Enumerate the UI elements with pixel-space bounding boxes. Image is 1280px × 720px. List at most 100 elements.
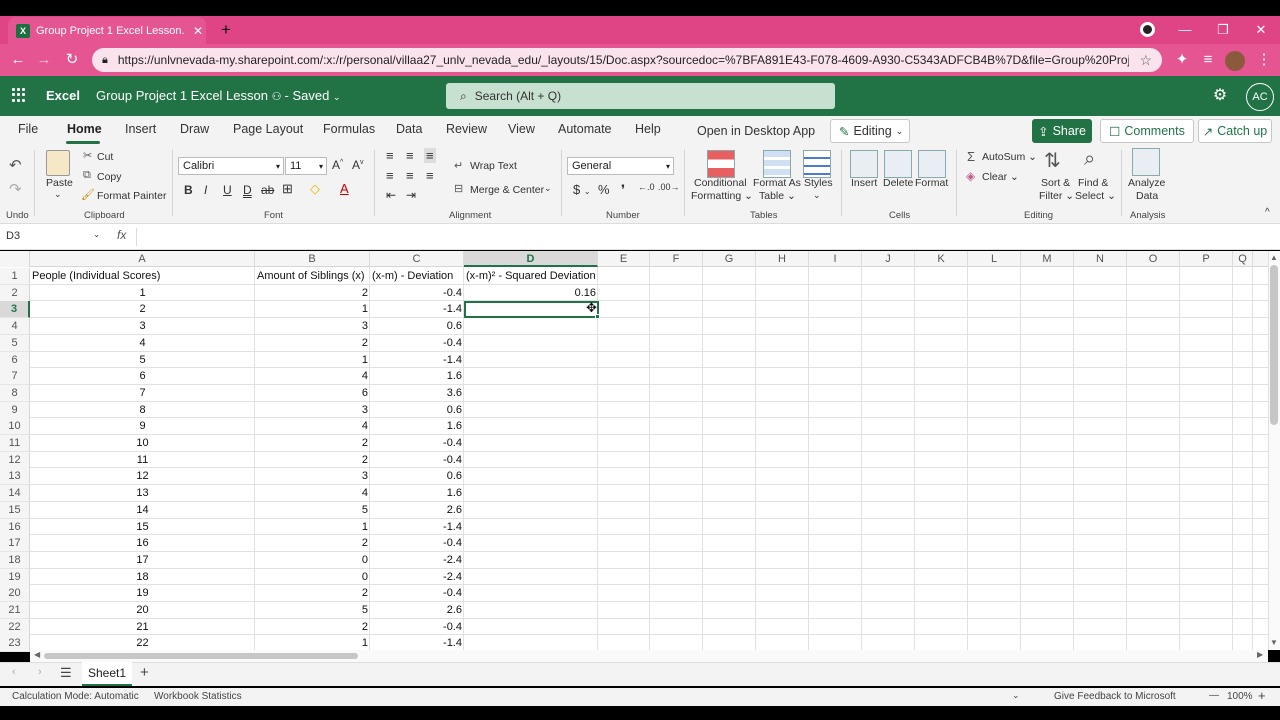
currency-icon[interactable]: $ ⌄ (573, 182, 591, 197)
table-cell[interactable]: 8 (30, 402, 255, 419)
table-cell[interactable]: 5 (30, 352, 255, 369)
row-header[interactable]: 21 (0, 602, 30, 619)
column-header-p[interactable]: P (1180, 251, 1233, 267)
conditional-formatting-button-line2[interactable]: Formatting ⌄ (691, 190, 753, 202)
column-header-h[interactable]: H (756, 251, 809, 267)
table-cell[interactable] (464, 585, 598, 602)
header-cell[interactable]: (x-m)² - Squared Deviation (464, 268, 598, 285)
row-header[interactable]: 6 (0, 351, 30, 369)
table-cell[interactable]: 2.6 (370, 502, 464, 519)
table-cell[interactable] (464, 452, 598, 469)
prev-sheet-icon[interactable]: ‹ (12, 666, 16, 678)
catch-up-button[interactable]: ↗ Catch up (1198, 119, 1272, 143)
row-header[interactable]: 11 (0, 435, 30, 452)
table-cell[interactable]: 4 (30, 335, 255, 352)
table-cell[interactable]: 2 (255, 435, 370, 452)
table-cell[interactable]: -0.4 (370, 285, 464, 302)
table-cell[interactable]: 14 (30, 502, 255, 519)
row-header[interactable]: 18 (0, 551, 30, 569)
table-cell[interactable]: 0.6 (370, 402, 464, 419)
all-sheets-icon[interactable]: ☰ (60, 665, 72, 681)
table-cell[interactable]: 6 (30, 368, 255, 385)
tab-data[interactable]: Data (396, 122, 422, 136)
zoom-in-button[interactable]: + (1258, 688, 1266, 703)
table-cell[interactable]: 0 (255, 569, 370, 586)
find-select-button[interactable]: Find & (1078, 177, 1108, 189)
column-header-j[interactable]: J (862, 251, 915, 267)
share-button[interactable]: ⇪ Share (1032, 119, 1092, 143)
settings-gear-icon[interactable]: ⚙ (1210, 86, 1230, 106)
tab-file[interactable]: File (18, 122, 38, 136)
close-tab-icon[interactable]: ✕ (190, 24, 206, 38)
scroll-up-icon[interactable]: ▲ (1270, 253, 1278, 262)
bookmark-star-icon[interactable]: ☆ (1139, 52, 1162, 69)
table-cell[interactable]: 10 (30, 435, 255, 452)
format-cells-icon[interactable] (918, 150, 946, 178)
column-header-b[interactable]: B (255, 251, 370, 267)
table-cell[interactable]: 3 (255, 402, 370, 419)
table-cell[interactable]: 19 (30, 585, 255, 602)
comma-style-icon[interactable]: ❜ (621, 182, 625, 198)
cell-styles-icon[interactable] (803, 150, 831, 178)
tab-formulas[interactable]: Formulas (323, 122, 375, 136)
table-cell[interactable]: -0.4 (370, 335, 464, 352)
find-magnifier-icon[interactable]: ⌕ (1084, 148, 1095, 171)
row-header[interactable]: 15 (0, 501, 30, 519)
table-cell[interactable]: 5 (255, 502, 370, 519)
font-name-select[interactable]: Calibri ▾ (178, 157, 284, 175)
function-icon[interactable]: fx (117, 228, 126, 242)
align-middle-icon[interactable]: ≡ (406, 148, 414, 163)
tab-draw[interactable]: Draw (180, 122, 209, 136)
row-header[interactable]: 9 (0, 401, 30, 419)
copy-button[interactable]: Copy (97, 171, 122, 183)
tab-view[interactable]: View (508, 122, 535, 136)
row-header[interactable]: 12 (0, 451, 30, 469)
column-header-g[interactable]: G (703, 251, 756, 267)
row-header[interactable]: 20 (0, 585, 30, 603)
chevron-down-icon[interactable]: ⌄ (813, 190, 821, 201)
align-right-icon[interactable]: ≡ (426, 168, 434, 183)
row-header[interactable]: 16 (0, 518, 30, 536)
column-header-o[interactable]: O (1127, 251, 1180, 267)
zoom-level[interactable]: 100% (1227, 691, 1253, 702)
chevron-down-icon[interactable]: ⌄ (544, 183, 552, 194)
sort-filter-button[interactable]: Sort & (1041, 177, 1070, 189)
add-sheet-button[interactable]: + (140, 664, 149, 681)
formula-input[interactable] (142, 229, 1272, 245)
scroll-right-icon[interactable]: ▶ (1257, 650, 1263, 659)
table-cell[interactable]: 1.6 (370, 418, 464, 435)
align-bottom-icon[interactable]: ≡ (424, 148, 436, 163)
table-cell[interactable]: 2 (255, 335, 370, 352)
insert-cells-button[interactable]: Insert (851, 177, 877, 189)
table-cell[interactable]: 4 (255, 368, 370, 385)
conditional-formatting-button[interactable]: Conditional (694, 177, 747, 189)
table-cell[interactable] (464, 552, 598, 569)
column-header-l[interactable]: L (968, 251, 1021, 267)
merge-center-button[interactable]: Merge & Center (470, 184, 544, 196)
table-cell[interactable] (464, 602, 598, 619)
column-header-e[interactable]: E (598, 251, 650, 267)
align-left-icon[interactable]: ≡ (386, 168, 394, 183)
app-launcher-icon[interactable] (12, 88, 26, 102)
format-as-table-icon[interactable] (763, 150, 791, 178)
analyze-data-button[interactable]: Analyze (1128, 177, 1165, 189)
browser-avatar[interactable] (1225, 51, 1245, 71)
selected-cell[interactable] (464, 301, 599, 318)
table-cell[interactable]: 0.6 (370, 318, 464, 335)
delete-cells-button[interactable]: Delete (883, 177, 913, 189)
sort-filter-icon[interactable]: ⇅ (1044, 148, 1061, 173)
table-cell[interactable] (464, 485, 598, 502)
table-cell[interactable]: 7 (30, 385, 255, 402)
name-box[interactable]: D3 ⌄ (4, 228, 104, 246)
row-header[interactable]: 5 (0, 334, 30, 352)
paste-chevron-icon[interactable]: ⌄ (54, 189, 62, 200)
conditional-formatting-icon[interactable] (707, 150, 735, 178)
table-cell[interactable]: -2.4 (370, 552, 464, 569)
row-header[interactable]: 2 (0, 284, 30, 302)
format-as-table-button[interactable]: Format As (753, 177, 801, 189)
minimize-button[interactable]: — (1166, 16, 1204, 44)
increase-decimal-icon[interactable]: ←.0 (638, 182, 655, 192)
column-header-k[interactable]: K (915, 251, 968, 267)
row-header[interactable]: 7 (0, 368, 30, 386)
font-color-icon[interactable]: A (340, 181, 349, 196)
